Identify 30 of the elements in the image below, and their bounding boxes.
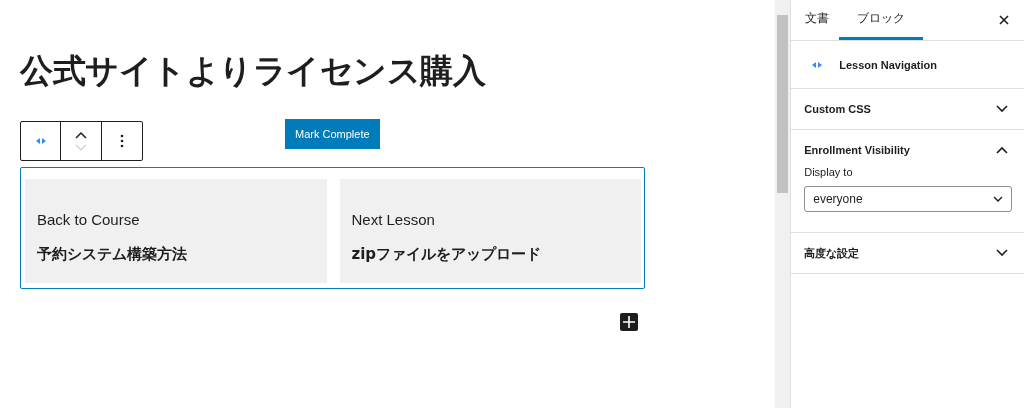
close-icon (999, 15, 1009, 25)
navigation-card[interactable]: Next Lesson zipファイルをアップロード (339, 179, 641, 283)
page-title[interactable]: 公式サイトよりライセンス購入 (20, 48, 776, 94)
chevron-down-icon (996, 249, 1008, 257)
navigation-label: Back to Course (37, 211, 141, 228)
more-icon (120, 134, 124, 148)
panel-title: Enrollment Visibility (804, 144, 910, 156)
panel-header[interactable]: Custom CSS (791, 89, 1024, 129)
field-label: Display to (804, 166, 854, 178)
chevron-up-icon (996, 146, 1008, 154)
lesson-title: 予約システム構築方法 (37, 245, 188, 264)
lesson-title: zipファイルをアップロード (351, 245, 543, 264)
chevron-down-icon (993, 196, 1003, 202)
move-up-icon[interactable] (74, 130, 88, 140)
add-block-button[interactable] (620, 313, 638, 331)
display-to-select[interactable]: everyone (804, 186, 1012, 212)
panel-title: 高度な設定 (804, 245, 860, 261)
panel-header[interactable]: 高度な設定 (791, 233, 1024, 273)
mark-complete-button[interactable]: Mark Complete (285, 119, 380, 149)
chevron-down-icon (996, 105, 1008, 113)
plus-icon (623, 316, 635, 328)
navigation-card[interactable]: Back to Course 予約システム構築方法 (25, 179, 327, 283)
panel-title: Custom CSS (804, 103, 871, 115)
navigation-label: Next Lesson (351, 211, 436, 228)
navigation-icon (811, 60, 824, 69)
scrollbar[interactable] (775, 0, 791, 408)
navigation-icon (34, 137, 47, 145)
block-name: Lesson Navigation (839, 58, 938, 71)
sidebar-tab[interactable]: ブロック (839, 0, 924, 40)
sidebar-tab[interactable]: 文書 (795, 0, 840, 40)
